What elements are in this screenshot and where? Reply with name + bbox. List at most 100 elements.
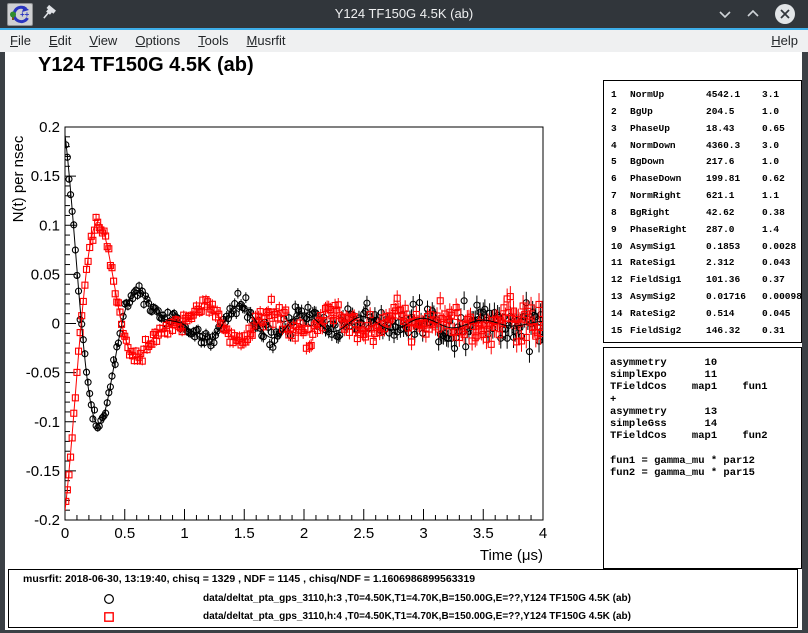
param-value: 0.514 <box>706 306 762 323</box>
param-number: 12 <box>611 272 630 289</box>
param-number: 8 <box>611 205 630 222</box>
param-error: 0.00098 <box>762 289 802 306</box>
param-name: PhaseUp <box>630 121 706 138</box>
legend-entry-label: data/deltat_pta_gps_3110,h:4 ,T0=4.50K,T… <box>203 611 631 622</box>
param-number: 15 <box>611 323 630 340</box>
minimize-button[interactable] <box>714 3 736 25</box>
param-name: BgDown <box>630 154 706 171</box>
menu-item-view[interactable]: View <box>80 30 126 52</box>
param-value: 199.81 <box>706 171 762 188</box>
param-value: 146.32 <box>706 323 762 340</box>
theory-box[interactable]: asymmetry 10 simplExpo 11 TFieldCos map1… <box>603 347 802 569</box>
param-value: 217.6 <box>706 154 762 171</box>
param-number: 9 <box>611 222 630 239</box>
param-number: 14 <box>611 306 630 323</box>
pushpin-icon[interactable] <box>40 5 58 28</box>
plot-area[interactable]: 00.511.522.533.540.20.150.10.050-0.05-0.… <box>5 96 570 568</box>
fit-parameters-box[interactable]: 1NormUp4542.13.1 2BgUp204.51.0 3PhaseUp18.… <box>603 80 802 343</box>
y-tick-label: 0.05 <box>31 266 60 283</box>
x-tick-label: 0.5 <box>114 525 135 542</box>
param-name: RateSig2 <box>630 306 706 323</box>
param-value: 204.5 <box>706 104 762 121</box>
x-tick-label: 0 <box>61 525 69 542</box>
param-error: 0.31 <box>762 323 802 340</box>
param-number: 4 <box>611 138 630 155</box>
param-value: 2.312 <box>706 255 762 272</box>
param-number: 1 <box>611 87 630 104</box>
param-name: NormDown <box>630 138 706 155</box>
param-error: 1.0 <box>762 104 802 121</box>
param-value: 101.36 <box>706 272 762 289</box>
param-error: 0.043 <box>762 255 802 272</box>
param-error: 3.0 <box>762 138 802 155</box>
param-value: 42.62 <box>706 205 762 222</box>
y-tick-label: 0.15 <box>31 168 60 185</box>
param-error: 0.38 <box>762 205 802 222</box>
y-tick-label: 0.2 <box>39 119 60 136</box>
y-tick-label: 0 <box>52 316 60 333</box>
param-name: PhaseDown <box>630 171 706 188</box>
legend-pad[interactable]: musrfit: 2018-06-30, 13:19:40, chisq = 1… <box>8 569 798 628</box>
param-number: 3 <box>611 121 630 138</box>
legend-entry-label: data/deltat_pta_gps_3110,h:3 ,T0=4.50K,T… <box>203 593 631 604</box>
param-name: BgUp <box>630 104 706 121</box>
y-tick-label: -0.2 <box>34 512 60 529</box>
param-error: 0.37 <box>762 272 802 289</box>
y-tick-label: -0.1 <box>34 414 60 431</box>
param-number: 13 <box>611 289 630 306</box>
x-tick-label: 2.5 <box>353 525 374 542</box>
title-bar[interactable]: Y124 TF150G 4.5K (ab) ++ <box>0 0 808 28</box>
legend-entry: data/deltat_pta_gps_3110,h:3 ,T0=4.50K,T… <box>9 590 797 608</box>
close-button[interactable] <box>774 3 796 25</box>
menu-item-edit[interactable]: Edit <box>40 30 80 52</box>
param-value: 0.01716 <box>706 289 762 306</box>
maximize-button[interactable] <box>742 3 764 25</box>
param-name: RateSig1 <box>630 255 706 272</box>
menu-bar: FileEditViewOptionsToolsMusrfit Help <box>0 30 808 52</box>
param-error: 1.4 <box>762 222 802 239</box>
param-error: 3.1 <box>762 87 802 104</box>
series-square <box>63 214 545 505</box>
param-number: 11 <box>611 255 630 272</box>
param-error: 0.65 <box>762 121 802 138</box>
param-error: 1.1 <box>762 188 802 205</box>
y-axis-title: N(t) per nsec <box>10 135 27 222</box>
svg-text:++: ++ <box>20 10 30 19</box>
param-name: AsymSig2 <box>630 289 706 306</box>
fit-line <box>65 135 542 424</box>
fit-line <box>65 222 542 511</box>
x-tick-label: 2 <box>300 525 308 542</box>
window-title: Y124 TF150G 4.5K (ab) <box>0 0 808 28</box>
fit-info-text: musrfit: 2018-06-30, 13:19:40, chisq = 1… <box>23 573 475 585</box>
param-error: 0.045 <box>762 306 802 323</box>
y-tick-label: -0.15 <box>26 463 60 480</box>
musrfit-window: Y124 TF150G 4.5K (ab) ++ <box>0 0 808 633</box>
series-circle <box>63 141 545 431</box>
param-value: 0.1853 <box>706 239 762 256</box>
menu-item-file[interactable]: File <box>0 30 40 52</box>
param-name: AsymSig1 <box>630 239 706 256</box>
param-number: 2 <box>611 104 630 121</box>
x-axis-title: Time (μs) <box>480 547 543 564</box>
param-value: 4542.1 <box>706 87 762 104</box>
param-number: 7 <box>611 188 630 205</box>
y-tick-label: 0.1 <box>39 217 60 234</box>
param-number: 10 <box>611 239 630 256</box>
x-tick-label: 3.5 <box>473 525 494 542</box>
param-value: 18.43 <box>706 121 762 138</box>
param-value: 4360.3 <box>706 138 762 155</box>
param-error: 0.62 <box>762 171 802 188</box>
param-name: BgRight <box>630 205 706 222</box>
menu-item-tools[interactable]: Tools <box>189 30 237 52</box>
param-name: PhaseRight <box>630 222 706 239</box>
x-tick-label: 1 <box>180 525 188 542</box>
root-canvas[interactable]: Y124 TF150G 4.5K (ab) 00.511.522.533.540… <box>5 52 802 630</box>
menu-item-help[interactable]: Help <box>762 30 808 52</box>
menu-item-musrfit[interactable]: Musrfit <box>238 30 295 52</box>
x-tick-label: 4 <box>539 525 547 542</box>
menu-item-options[interactable]: Options <box>126 30 189 52</box>
param-value: 287.0 <box>706 222 762 239</box>
param-name: NormUp <box>630 87 706 104</box>
theory-text: asymmetry 10 simplExpo 11 TFieldCos map1… <box>604 348 801 479</box>
param-name: NormRight <box>630 188 706 205</box>
